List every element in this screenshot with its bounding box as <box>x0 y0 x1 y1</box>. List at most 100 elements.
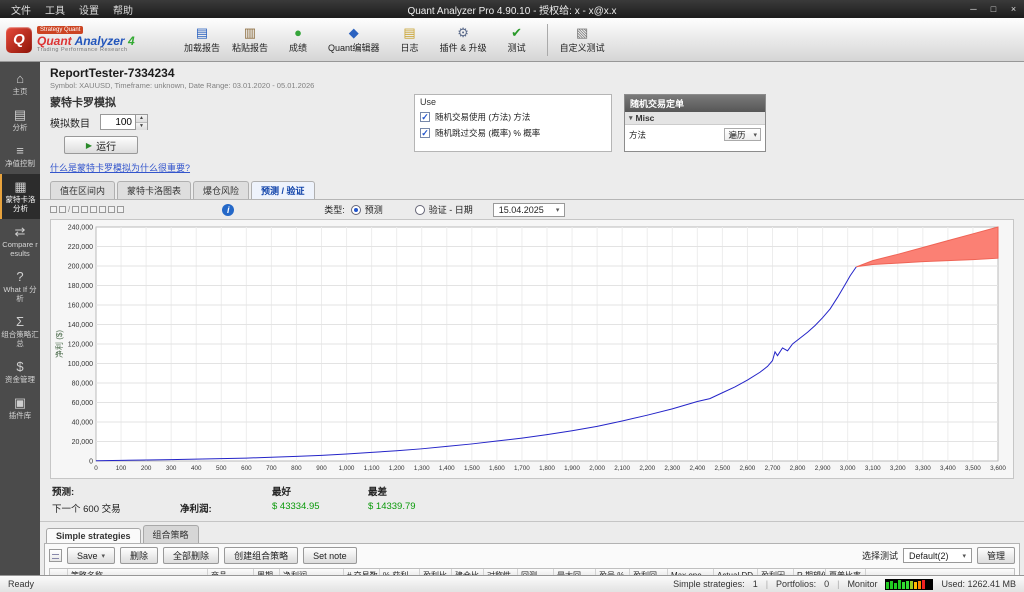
svg-text:1,500: 1,500 <box>464 465 480 472</box>
svg-text:80,000: 80,000 <box>72 381 94 388</box>
tab-1[interactable]: 蒙特卡洛图表 <box>117 181 191 199</box>
toolbar-button-quant-editor[interactable]: ◆Quant编辑器 <box>322 21 386 59</box>
sidebar-item-portfolio[interactable]: Σ组合策略汇总 <box>0 309 40 354</box>
svg-text:3,400: 3,400 <box>940 465 956 472</box>
svg-text:2,700: 2,700 <box>765 465 781 472</box>
sidebar-item-analysis[interactable]: ▤分析 <box>0 102 40 138</box>
simulations-stepper[interactable]: ▲ ▼ <box>100 114 148 130</box>
toolbar-button-plugins[interactable]: ⚙插件 & 升级 <box>434 21 493 59</box>
checkbox-icon[interactable]: ✓ <box>420 112 430 122</box>
custom-test-button[interactable]: ▧ 自定义测试 <box>554 21 611 59</box>
sidebar-item-label: 蒙特卡洛分析 <box>2 195 39 213</box>
equity-chart[interactable]: 020,00040,00060,00080,000100,000120,0001… <box>50 219 1014 479</box>
action-button-3[interactable]: Set note <box>303 547 357 564</box>
spin-up-icon[interactable]: ▲ <box>136 115 147 123</box>
chevron-down-icon: ▾ <box>556 206 560 214</box>
test-select[interactable]: Default(2) ▾ <box>903 548 972 563</box>
svg-text:2,100: 2,100 <box>614 465 630 472</box>
legend-square[interactable] <box>81 206 88 213</box>
tab-3[interactable]: 预测 / 验证 <box>251 181 315 199</box>
monte-carlo-icon: ▦ <box>14 179 26 194</box>
legend-square[interactable] <box>59 206 66 213</box>
report-name: ReportTester-7334234 <box>50 66 1014 80</box>
close-button[interactable]: × <box>1007 4 1020 14</box>
best-value: $ 43334.95 <box>272 501 368 515</box>
memory-monitor[interactable] <box>885 579 933 590</box>
strategies-tab-1[interactable]: 组合策略 <box>143 525 199 543</box>
legend-square[interactable] <box>72 206 79 213</box>
info-icon[interactable]: i <box>222 204 234 216</box>
method-select[interactable]: 遍历▾ <box>724 128 761 141</box>
misc-group-header[interactable]: ▾ Misc <box>625 112 765 125</box>
legend-square[interactable] <box>99 206 106 213</box>
sidebar-item-label: 分析 <box>13 123 28 132</box>
sidebar-item-databank[interactable]: ▣插件库 <box>0 390 40 426</box>
tab-0[interactable]: 值在区间内 <box>50 181 115 199</box>
use-option-0[interactable]: ✓随机交易使用 (方法) 方法 <box>420 111 606 123</box>
maximize-button[interactable]: □ <box>987 4 1000 14</box>
tab-2[interactable]: 爆仓风险 <box>193 181 249 199</box>
validate-radio-icon[interactable] <box>415 205 425 215</box>
sidebar-item-label: 组合策略汇总 <box>1 330 39 348</box>
run-button[interactable]: ▶ 运行 <box>64 136 138 154</box>
monitor-bar <box>890 581 893 589</box>
svg-text:0: 0 <box>94 465 98 472</box>
toolbar-button-results[interactable]: ●成绩 <box>274 21 322 59</box>
svg-text:1,400: 1,400 <box>439 465 455 472</box>
save-button[interactable]: Save ▾ <box>67 547 115 564</box>
svg-text:140,000: 140,000 <box>68 322 93 329</box>
use-panel-title: Use <box>420 97 606 107</box>
simulations-input[interactable] <box>101 115 135 129</box>
svg-text:3,600: 3,600 <box>990 465 1006 472</box>
type-label: 类型: <box>324 203 345 216</box>
svg-text:1,100: 1,100 <box>364 465 380 472</box>
chart-legend-squares: / <box>50 205 124 214</box>
use-option-1[interactable]: ✓ 随机跳过交易 (概率) % 概率 <box>420 127 606 139</box>
menu-item-0[interactable]: 文件 <box>4 2 38 17</box>
toolbar-button-test[interactable]: ✔测试 <box>493 21 541 59</box>
app-window: Quant Analyzer Pro 4.90.10 - 授权给: x - x@… <box>0 0 1024 592</box>
sidebar-item-home[interactable]: ⌂主页 <box>0 66 40 102</box>
menu-item-1[interactable]: 工具 <box>38 2 72 17</box>
action-button-0[interactable]: 删除 <box>120 547 158 564</box>
monte-carlo-help-link[interactable]: 什么是蒙特卡罗模拟为什么很重要? <box>50 163 190 173</box>
collapse-icon: ▾ <box>629 114 633 122</box>
sidebar-item-compare-results[interactable]: ⇄Compare results <box>0 219 40 264</box>
sidebar-item-what-if[interactable]: ?What If 分析 <box>0 264 40 309</box>
sidebar-item-money-management[interactable]: $资金管理 <box>0 354 40 390</box>
sidebar-item-monte-carlo[interactable]: ▦蒙特卡洛分析 <box>0 174 40 219</box>
strategies-tab-0[interactable]: Simple strategies <box>46 528 141 543</box>
checkbox-icon[interactable]: ✓ <box>420 128 430 138</box>
manage-button[interactable]: 管理 <box>977 547 1015 564</box>
forecast-radio-icon[interactable] <box>351 205 361 215</box>
validate-radio[interactable]: 验证 - 日期 <box>415 203 473 216</box>
column-config-icon[interactable] <box>49 549 62 562</box>
svg-text:300: 300 <box>166 465 177 472</box>
status-ready: Ready <box>8 579 34 589</box>
legend-square[interactable] <box>108 206 115 213</box>
monte-carlo-settings: 蒙特卡罗模拟 模拟数目 ▲ ▼ ▶ 运行 <box>40 90 1024 181</box>
portfolio-icon: Σ <box>16 314 24 329</box>
action-button-2[interactable]: 创建组合策略 <box>224 547 298 564</box>
toolbar-button-load-report[interactable]: ▤加载报告 <box>178 21 226 59</box>
spin-down-icon[interactable]: ▼ <box>136 123 147 130</box>
forecast-radio[interactable]: 预测 <box>351 203 383 216</box>
svg-text:100: 100 <box>116 465 127 472</box>
method-select-value: 遍历 <box>728 129 745 141</box>
toolbar-button-paste-report[interactable]: ▥粘贴报告 <box>226 21 274 59</box>
toolbar-separator <box>547 24 548 56</box>
legend-square[interactable] <box>50 206 57 213</box>
date-select[interactable]: 15.04.2025 ▾ <box>493 203 566 217</box>
minimize-button[interactable]: ─ <box>967 4 980 14</box>
legend-square[interactable] <box>90 206 97 213</box>
action-button-1[interactable]: 全部删除 <box>163 547 219 564</box>
legend-square[interactable] <box>117 206 124 213</box>
logo-icon: Q <box>6 27 32 53</box>
monitor-bar <box>910 581 913 589</box>
menu-item-3[interactable]: 帮助 <box>106 2 140 17</box>
sidebar-item-equity-control[interactable]: ≡净值控制 <box>0 138 40 174</box>
use-option-label: 随机跳过交易 (概率) % 概率 <box>435 127 540 139</box>
menu-item-2[interactable]: 设置 <box>72 2 106 17</box>
simulations-label: 模拟数目 <box>50 115 90 130</box>
toolbar-button-log[interactable]: ▤日志 <box>386 21 434 59</box>
